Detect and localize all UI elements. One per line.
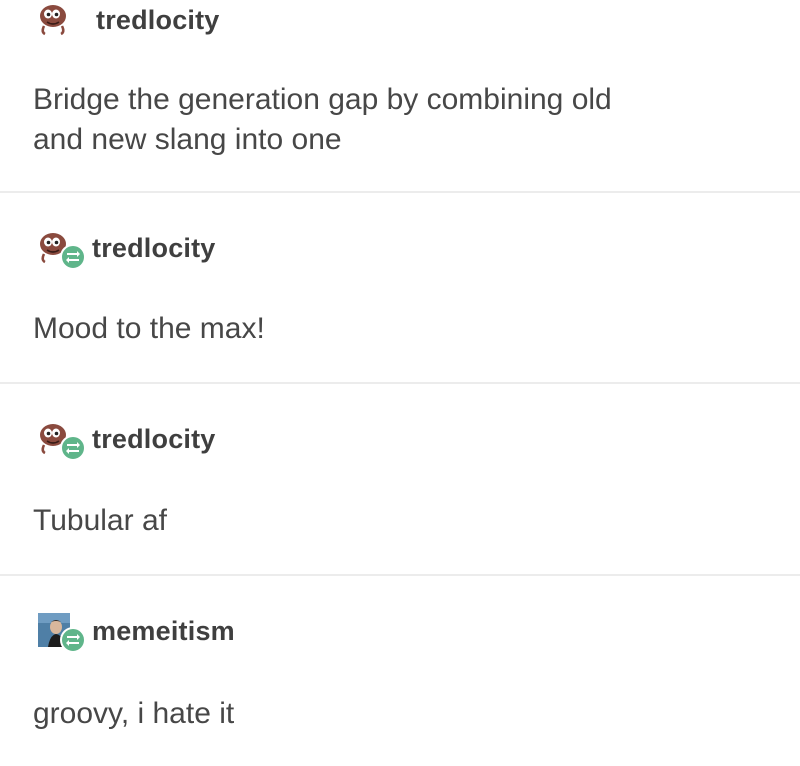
- cartoon-head-icon: [40, 5, 66, 36]
- post-text: Mood to the max!: [33, 309, 265, 349]
- post-text: Tubular af: [33, 501, 167, 541]
- post-divider: [0, 574, 800, 576]
- post-header: tredlocity: [30, 419, 216, 461]
- avatar[interactable]: [30, 0, 86, 40]
- post-text: groovy, i hate it: [33, 694, 234, 734]
- post-divider: [0, 191, 800, 193]
- reblog-icon: [60, 627, 86, 653]
- post-header: memeitism: [30, 611, 235, 653]
- reblog-thread: tredlocity Bridge the generation gap by …: [0, 0, 800, 766]
- reblog-icon: [60, 244, 86, 270]
- post-text-line: Mood to the max!: [33, 312, 265, 345]
- post-divider: [0, 382, 800, 384]
- post-text-line: Bridge the generation gap by combining o…: [33, 83, 612, 116]
- avatar[interactable]: [30, 228, 86, 270]
- post-header: tredlocity: [30, 0, 220, 40]
- avatar[interactable]: [30, 419, 86, 461]
- username-link[interactable]: tredlocity: [92, 424, 216, 455]
- post-header: tredlocity: [30, 228, 216, 270]
- post-text-line: and new slang into one: [33, 123, 342, 156]
- post-text: Bridge the generation gap by combining o…: [33, 80, 612, 160]
- username-link[interactable]: tredlocity: [96, 5, 220, 36]
- avatar[interactable]: [30, 611, 86, 653]
- post-text-line: Tubular af: [33, 504, 167, 537]
- reblog-icon: [60, 435, 86, 461]
- post-text-line: groovy, i hate it: [33, 697, 235, 730]
- username-link[interactable]: tredlocity: [92, 233, 216, 264]
- username-link[interactable]: memeitism: [92, 616, 235, 647]
